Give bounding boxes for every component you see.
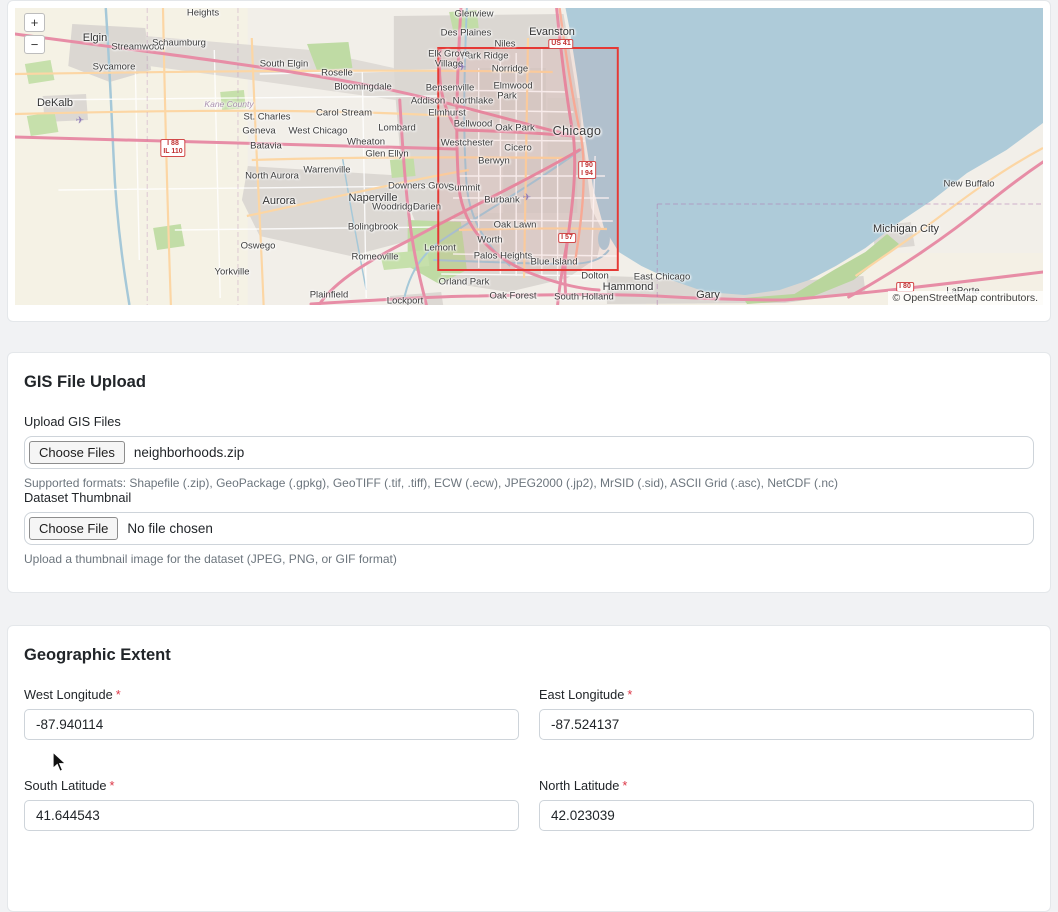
east-longitude-label: East Longitude* [539, 687, 1034, 702]
choose-file-button[interactable]: Choose File [29, 517, 118, 540]
gis-upload-title: GIS File Upload [24, 373, 1034, 392]
thumbnail-label: Dataset Thumbnail [24, 490, 1034, 505]
map-attribution: © OpenStreetMap contributors. [888, 291, 1043, 305]
map-zoom-control: + − [24, 13, 45, 54]
geographic-extent-card: Geographic Extent West Longitude* East L… [7, 625, 1051, 912]
field-west-longitude: West Longitude* [24, 687, 519, 740]
thumbnail-help: Upload a thumbnail image for the dataset… [24, 552, 1034, 566]
required-marker: * [627, 687, 632, 702]
east-longitude-label-text: East Longitude [539, 687, 624, 702]
map-selection-rectangle [438, 48, 618, 270]
thumbnail-group: Dataset Thumbnail Choose File No file ch… [24, 490, 1034, 566]
south-latitude-label: South Latitude* [24, 778, 519, 793]
west-longitude-label: West Longitude* [24, 687, 519, 702]
gis-upload-card: GIS File Upload Upload GIS Files Choose … [7, 352, 1051, 593]
basemap-svg [15, 8, 1043, 305]
page: HeightsGlenviewDes PlainesEvanstonNilesE… [0, 0, 1058, 912]
extent-grid: West Longitude* East Longitude* South La… [24, 687, 1034, 831]
geographic-extent-title: Geographic Extent [24, 646, 1034, 665]
map-canvas[interactable]: HeightsGlenviewDes PlainesEvanstonNilesE… [15, 8, 1043, 305]
west-longitude-input[interactable] [24, 709, 519, 740]
thumbnail-file-input[interactable]: Choose File No file chosen [24, 512, 1034, 545]
north-latitude-input[interactable] [539, 800, 1034, 831]
field-east-longitude: East Longitude* [539, 687, 1034, 740]
gis-file-input[interactable]: Choose Files neighborhoods.zip [24, 436, 1034, 469]
north-latitude-label-text: North Latitude [539, 778, 619, 793]
east-longitude-input[interactable] [539, 709, 1034, 740]
field-south-latitude: South Latitude* [24, 778, 519, 831]
zoom-in-button[interactable]: + [24, 13, 45, 32]
gis-file-name: neighborhoods.zip [134, 445, 244, 460]
gis-files-label: Upload GIS Files [24, 414, 1034, 429]
gis-files-group: Upload GIS Files Choose Files neighborho… [24, 414, 1034, 490]
north-latitude-label: North Latitude* [539, 778, 1034, 793]
thumbnail-file-name: No file chosen [127, 521, 213, 536]
gis-formats-help: Supported formats: Shapefile (.zip), Geo… [24, 476, 1034, 490]
required-marker: * [110, 778, 115, 793]
choose-files-button[interactable]: Choose Files [29, 441, 125, 464]
south-latitude-label-text: South Latitude [24, 778, 107, 793]
west-longitude-label-text: West Longitude [24, 687, 113, 702]
required-marker: * [116, 687, 121, 702]
south-latitude-input[interactable] [24, 800, 519, 831]
required-marker: * [622, 778, 627, 793]
zoom-out-button[interactable]: − [24, 35, 45, 54]
field-north-latitude: North Latitude* [539, 778, 1034, 831]
map-card: HeightsGlenviewDes PlainesEvanstonNilesE… [7, 0, 1051, 322]
